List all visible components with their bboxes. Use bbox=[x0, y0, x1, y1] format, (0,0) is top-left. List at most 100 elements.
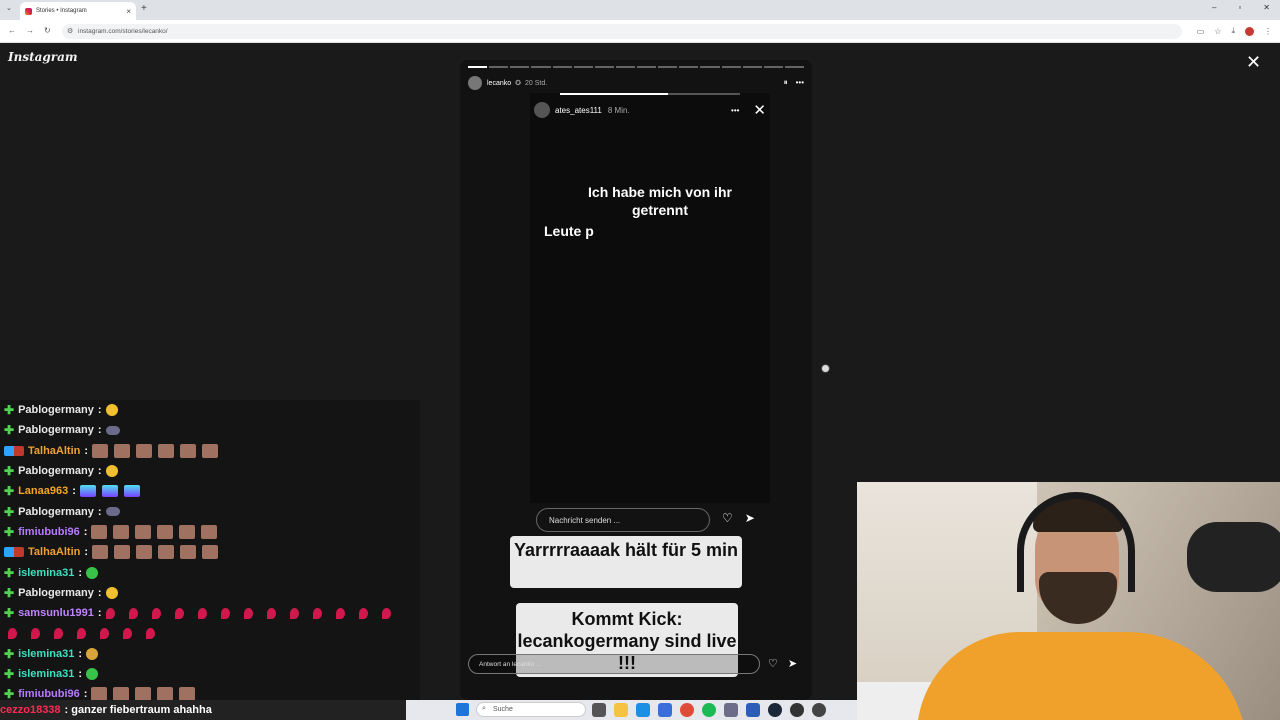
chat-user[interactable]: Pablogermany bbox=[18, 404, 94, 416]
taskbar-search[interactable]: ⌕ Suche bbox=[476, 702, 586, 717]
site-info-icon[interactable]: ⚙ bbox=[67, 27, 73, 35]
more-options-icon[interactable]: ••• bbox=[796, 78, 804, 88]
drop-emote-icon bbox=[243, 607, 253, 619]
chat-user[interactable]: Lanaa963 bbox=[18, 485, 68, 497]
green-emote-icon bbox=[86, 566, 98, 579]
chat-badge-icon: ✚ bbox=[4, 524, 15, 539]
face-emote-icon bbox=[180, 545, 197, 560]
new-tab-button[interactable]: + bbox=[141, 3, 147, 14]
chrome-icon[interactable] bbox=[680, 703, 694, 717]
chat-user[interactable]: fimiububi96 bbox=[18, 688, 80, 700]
inner-close-icon[interactable]: ✕ bbox=[753, 101, 766, 119]
pause-icon[interactable]: ⏸ bbox=[784, 78, 788, 88]
microphone bbox=[1187, 522, 1280, 592]
chat-separator: : bbox=[97, 424, 102, 437]
app-icon[interactable] bbox=[724, 703, 738, 717]
chat-row: ✚ Pablogermany: bbox=[0, 583, 420, 603]
chat-user[interactable]: islemina31 bbox=[18, 668, 74, 680]
story-viewer[interactable]: lecanko ✪ 20 Std. ⏸ ••• ates_ates111 8 M… bbox=[460, 60, 812, 700]
task-view-icon[interactable] bbox=[592, 703, 606, 717]
reply-input[interactable]: Antwort an lecanko ... bbox=[468, 654, 760, 674]
drop-emote-icon bbox=[312, 607, 322, 619]
maximize-icon[interactable]: ▫ bbox=[1238, 3, 1241, 12]
share-send-icon[interactable]: ➤ bbox=[788, 657, 797, 670]
mail-icon[interactable] bbox=[658, 703, 672, 717]
chat-user[interactable]: TalhaAltin bbox=[28, 546, 80, 558]
reload-icon[interactable]: ↻ bbox=[44, 26, 51, 35]
face-emote-icon bbox=[92, 545, 109, 560]
bookmark-star-icon[interactable]: ☆ bbox=[1214, 27, 1221, 36]
chat-row: ✚ fimiububi96: bbox=[0, 522, 420, 542]
face-emote-icon bbox=[135, 524, 152, 539]
search-icon: ⌕ bbox=[482, 705, 486, 712]
chat-row bbox=[0, 623, 420, 643]
download-icon[interactable]: ⤓ bbox=[1231, 26, 1235, 36]
send-icon[interactable]: ➤ bbox=[745, 511, 755, 525]
chat-user[interactable]: samsunlu1991 bbox=[18, 607, 94, 619]
chat-separator: : bbox=[97, 404, 102, 417]
face-emote-icon bbox=[201, 524, 218, 539]
close-window-icon[interactable]: ✕ bbox=[1263, 3, 1270, 12]
tab-instagram-stories[interactable]: Stories • Instagram × bbox=[20, 2, 136, 20]
avatar[interactable] bbox=[534, 102, 550, 118]
chat-separator: : bbox=[97, 465, 102, 478]
inner-time: 8 Min. bbox=[607, 105, 630, 115]
steam-icon[interactable] bbox=[768, 703, 782, 717]
vpn-icon[interactable] bbox=[746, 703, 760, 717]
chat-badge-icon: ✚ bbox=[4, 504, 15, 519]
drop-emote-icon bbox=[123, 627, 132, 639]
tab-list-chevron-icon[interactable]: ⌄ bbox=[6, 4, 12, 12]
file-explorer-icon[interactable] bbox=[614, 703, 628, 717]
send-message-field[interactable]: Nachricht senden ... bbox=[536, 508, 710, 532]
caption-1: Yarrrrraaaak hält für 5 min bbox=[510, 536, 742, 588]
url-field[interactable]: ⚙ instagram.com/stories/lecanko/ bbox=[62, 24, 1182, 39]
obs-icon[interactable] bbox=[790, 703, 804, 717]
chat-user[interactable]: Pablogermany bbox=[18, 506, 94, 518]
green-emote-icon bbox=[86, 668, 98, 680]
spotify-icon[interactable] bbox=[702, 703, 716, 717]
cast-icon[interactable]: ▭ bbox=[1197, 27, 1205, 36]
chat-badge-icon: ✚ bbox=[4, 403, 15, 418]
media-player-icon[interactable] bbox=[812, 703, 826, 717]
inner-username[interactable]: ates_ates111 bbox=[555, 106, 602, 115]
chat-user[interactable]: Pablogermany bbox=[18, 465, 94, 477]
face-emote-icon bbox=[113, 687, 130, 700]
reply-actions: ♡ ➤ bbox=[768, 657, 797, 670]
forward-arrow-icon[interactable]: → bbox=[26, 26, 34, 35]
inner-more-icon[interactable]: ••• bbox=[731, 106, 739, 115]
windows-start-icon[interactable] bbox=[456, 703, 469, 716]
heart-icon[interactable]: ♡ bbox=[722, 511, 733, 525]
instagram-logo[interactable]: Instagram bbox=[8, 50, 78, 64]
story-time: 20 Std. bbox=[525, 79, 548, 87]
back-arrow-icon[interactable]: ← bbox=[8, 26, 16, 35]
chat-user[interactable]: islemina31 bbox=[18, 648, 74, 660]
avatar[interactable] bbox=[468, 76, 482, 90]
edge-icon[interactable] bbox=[636, 703, 650, 717]
drop-emote-icon bbox=[220, 607, 230, 619]
close-stories-icon[interactable]: ✕ bbox=[1246, 52, 1261, 73]
chat-user[interactable]: Pablogermany bbox=[18, 424, 94, 436]
bars-emote-icon bbox=[101, 485, 118, 498]
menu-dots-icon[interactable]: ⋮ bbox=[1264, 27, 1272, 36]
chat-row: ✚ islemina31: bbox=[0, 562, 420, 582]
profile-avatar[interactable] bbox=[1245, 26, 1254, 36]
chat-separator: : bbox=[97, 586, 102, 599]
chat-user[interactable]: Pablogermany bbox=[18, 587, 94, 599]
stream-chat-overlay: ✚ Pablogermany: ✚ Pablogermany: TalhaAltin: ✚… bbox=[0, 400, 420, 700]
face-emote-icon bbox=[202, 545, 219, 560]
chat-separator: : bbox=[83, 688, 88, 700]
chat-user[interactable]: fimiububi96 bbox=[18, 526, 80, 538]
browser-tab-bar: ⌄ Stories • Instagram × + – ▫ ✕ bbox=[0, 0, 1280, 20]
chat-badge-icon: ✚ bbox=[4, 606, 15, 621]
url-text: instagram.com/stories/lecanko/ bbox=[78, 28, 168, 35]
story-username[interactable]: lecanko bbox=[487, 80, 511, 87]
chat-separator: : bbox=[78, 647, 82, 660]
minimize-icon[interactable]: – bbox=[1212, 3, 1216, 12]
chat-username: cezzo18338 bbox=[0, 704, 61, 716]
chat-user[interactable]: TalhaAltin bbox=[28, 445, 80, 457]
search-label: Suche bbox=[493, 706, 513, 713]
inner-progress-bar bbox=[560, 93, 740, 95]
chat-user[interactable]: islemina31 bbox=[18, 567, 74, 579]
tab-close-icon[interactable]: × bbox=[126, 7, 131, 16]
like-heart-icon[interactable]: ♡ bbox=[768, 657, 778, 670]
